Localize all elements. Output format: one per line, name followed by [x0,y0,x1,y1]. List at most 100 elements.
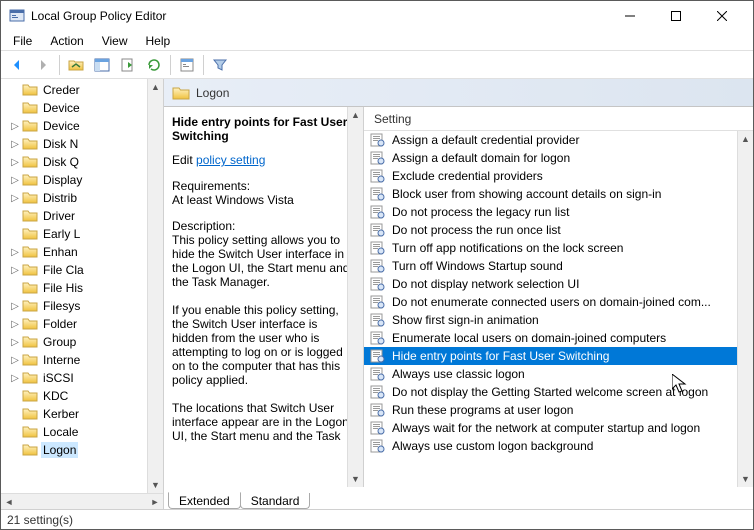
setting-row[interactable]: Enumerate local users on domain-joined c… [364,329,753,347]
expander-icon[interactable] [9,84,21,96]
setting-row[interactable]: Exclude credential providers [364,167,753,185]
menu-file[interactable]: File [5,32,40,50]
expander-icon[interactable]: ▷ [9,300,21,312]
description-scrollbar[interactable]: ▲ ▼ [347,107,363,487]
scroll-down-icon[interactable]: ▼ [148,477,164,493]
expander-icon[interactable]: ▷ [9,138,21,150]
show-hide-tree-button[interactable] [90,53,114,77]
menu-action[interactable]: Action [42,32,91,50]
setting-row[interactable]: Hide entry points for Fast User Switchin… [364,347,753,365]
tree[interactable]: CrederDevice▷Device▷Disk N▷Disk Q▷Displa… [1,79,163,493]
menu-help[interactable]: Help [138,32,179,50]
maximize-button[interactable] [653,1,699,31]
tree-node[interactable]: ▷Interne [3,351,161,369]
scroll-down-icon[interactable]: ▼ [348,471,364,487]
tab-extended[interactable]: Extended [168,492,241,509]
menu-view[interactable]: View [94,32,136,50]
expander-icon[interactable]: ▷ [9,372,21,384]
expander-icon[interactable] [9,444,21,456]
expander-icon[interactable] [9,390,21,402]
tab-standard[interactable]: Standard [240,493,311,509]
setting-row[interactable]: Always use custom logon background [364,437,753,455]
tree-node[interactable]: Early L [3,225,161,243]
setting-row[interactable]: Assign a default domain for logon [364,149,753,167]
filter-button[interactable] [208,53,232,77]
tree-node[interactable]: ▷Display [3,171,161,189]
setting-row[interactable]: Always use classic logon [364,365,753,383]
tree-node[interactable]: ▷File Cla [3,261,161,279]
expander-icon[interactable] [9,228,21,240]
tree-node[interactable]: ▷Filesys [3,297,161,315]
tree-node[interactable]: Driver [3,207,161,225]
expander-icon[interactable]: ▷ [9,120,21,132]
export-button[interactable] [116,53,140,77]
tree-node[interactable]: Device [3,99,161,117]
minimize-button[interactable] [607,1,653,31]
settings-list[interactable]: Assign a default credential providerAssi… [364,131,753,487]
edit-policy-link[interactable]: policy setting [196,153,265,167]
tree-node[interactable]: File His [3,279,161,297]
list-vertical-scrollbar[interactable]: ▲ ▼ [737,131,753,487]
scroll-left-icon[interactable]: ◄ [1,494,17,510]
tree-node[interactable]: ▷Distrib [3,189,161,207]
setting-row[interactable]: Do not process the legacy run list [364,203,753,221]
back-button[interactable] [5,53,29,77]
column-header-setting[interactable]: Setting [364,107,753,131]
expander-icon[interactable]: ▷ [9,264,21,276]
tree-node-label: Driver [41,208,77,224]
expander-icon[interactable]: ▷ [9,336,21,348]
tree-node[interactable]: ▷Disk N [3,135,161,153]
tree-node-label: Logon [41,442,78,458]
tree-node[interactable]: ▷Folder [3,315,161,333]
tree-node[interactable]: KDC [3,387,161,405]
setting-row[interactable]: Show first sign-in animation [364,311,753,329]
expander-icon[interactable] [9,210,21,222]
expander-icon[interactable] [9,408,21,420]
scroll-right-icon[interactable]: ► [147,494,163,510]
setting-row[interactable]: Turn off Windows Startup sound [364,257,753,275]
setting-row[interactable]: Do not display network selection UI [364,275,753,293]
tree-node[interactable]: ▷Group [3,333,161,351]
scroll-up-icon[interactable]: ▲ [148,79,164,95]
tree-horizontal-scrollbar[interactable]: ◄ ► [1,493,163,509]
expander-icon[interactable] [9,102,21,114]
expander-icon[interactable]: ▷ [9,174,21,186]
expander-icon[interactable] [9,282,21,294]
tree-node[interactable]: Creder [3,81,161,99]
refresh-button[interactable] [142,53,166,77]
up-button[interactable] [64,53,88,77]
requirements-value: At least Windows Vista [172,193,353,207]
expander-icon[interactable]: ▷ [9,192,21,204]
scroll-up-icon[interactable]: ▲ [348,107,364,123]
expander-icon[interactable]: ▷ [9,246,21,258]
close-button[interactable] [699,1,745,31]
setting-row[interactable]: Assign a default credential provider [364,131,753,149]
expander-icon[interactable]: ▷ [9,156,21,168]
scroll-down-icon[interactable]: ▼ [738,471,754,487]
tree-node[interactable]: Locale [3,423,161,441]
setting-row[interactable]: Do not process the run once list [364,221,753,239]
description-pane: Hide entry points for Fast User Switchin… [164,107,364,487]
tree-node[interactable]: Kerber [3,405,161,423]
setting-row[interactable]: Do not display the Getting Started welco… [364,383,753,401]
tree-node[interactable]: ▷Disk Q [3,153,161,171]
expander-icon[interactable]: ▷ [9,318,21,330]
setting-row[interactable]: Turn off app notifications on the lock s… [364,239,753,257]
app-icon [9,8,25,24]
tree-node[interactable]: ▷Enhan [3,243,161,261]
tree-vertical-scrollbar[interactable]: ▲ ▼ [147,79,163,493]
scroll-up-icon[interactable]: ▲ [738,131,754,147]
tree-node[interactable]: Logon [3,441,161,459]
setting-row[interactable]: Run these programs at user logon [364,401,753,419]
tree-node[interactable]: ▷Device [3,117,161,135]
setting-row[interactable]: Block user from showing account details … [364,185,753,203]
setting-row[interactable]: Always wait for the network at computer … [364,419,753,437]
tree-node-label: Kerber [41,406,81,422]
expander-icon[interactable] [9,426,21,438]
properties-button[interactable] [175,53,199,77]
tree-node[interactable]: ▷iSCSI [3,369,161,387]
setting-label: Turn off Windows Startup sound [390,258,565,274]
expander-icon[interactable]: ▷ [9,354,21,366]
forward-button[interactable] [31,53,55,77]
setting-row[interactable]: Do not enumerate connected users on doma… [364,293,753,311]
